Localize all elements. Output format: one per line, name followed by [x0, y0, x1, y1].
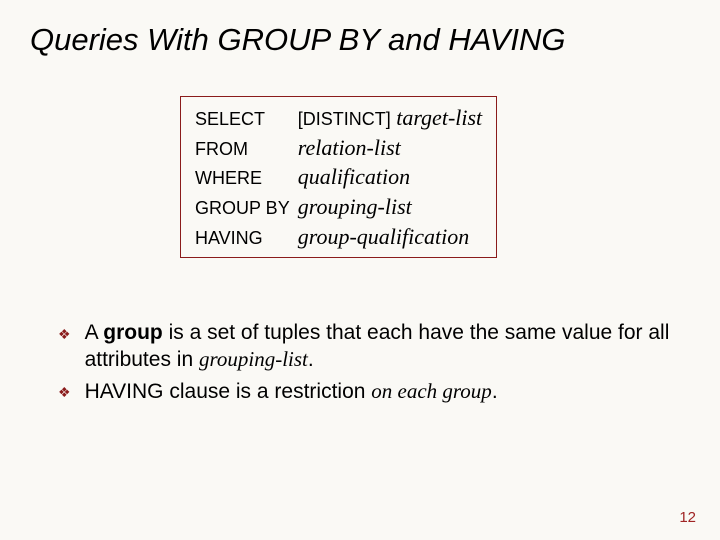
title-kw-groupby: GROUP BY [218, 22, 380, 57]
syntax-row-where: WHERE qualification [195, 162, 482, 192]
select-args: [DISTINCT] target-list [298, 103, 482, 133]
group-qualification: group-qualification [298, 222, 482, 252]
having-keyword: HAVING [195, 222, 298, 252]
from-keyword: FROM [195, 133, 298, 163]
text-span: HAVING clause is a restriction [85, 380, 372, 403]
page-number: 12 [679, 509, 696, 526]
syntax-row-groupby: GROUP BY grouping-list [195, 192, 482, 222]
slide-title: Queries With GROUP BY and HAVING [30, 22, 566, 58]
text-span: group [103, 321, 162, 344]
bullet-icon: ❖ [58, 384, 71, 402]
relation-list: relation-list [298, 133, 482, 163]
bullet-item: ❖ A group is a set of tuples that each ha… [58, 320, 680, 374]
title-mid: and [379, 22, 448, 57]
bullet-text: HAVING clause is a restriction on each g… [85, 378, 680, 405]
distinct-keyword: [DISTINCT] [298, 109, 391, 129]
qualification: qualification [298, 162, 482, 192]
title-pre: Queries With [30, 22, 218, 57]
syntax-row-from: FROM relation-list [195, 133, 482, 163]
syntax-row-having: HAVING group-qualification [195, 222, 482, 252]
where-keyword: WHERE [195, 162, 298, 192]
bullet-item: ❖ HAVING clause is a restriction on each … [58, 378, 680, 405]
bullet-text: A group is a set of tuples that each hav… [85, 320, 680, 374]
select-keyword: SELECT [195, 103, 298, 133]
text-span: on each group [371, 379, 492, 403]
groupby-keyword: GROUP BY [195, 192, 298, 222]
bullet-list: ❖ A group is a set of tuples that each ha… [58, 320, 680, 409]
text-span: A [85, 321, 104, 344]
grouping-list: grouping-list [298, 192, 482, 222]
text-span: grouping-list [199, 347, 308, 371]
syntax-table: SELECT [DISTINCT] target-list FROM relat… [195, 103, 482, 251]
text-span: is a set of tuples that each have the sa… [85, 321, 670, 371]
syntax-row-select: SELECT [DISTINCT] target-list [195, 103, 482, 133]
text-span: . [308, 348, 314, 371]
target-list: target-list [396, 105, 482, 130]
title-kw-having: HAVING [448, 22, 565, 57]
sql-syntax-box: SELECT [DISTINCT] target-list FROM relat… [180, 96, 497, 258]
text-span: . [492, 380, 498, 403]
slide: Queries With GROUP BY and HAVING SELECT … [0, 0, 720, 540]
bullet-icon: ❖ [58, 326, 71, 344]
